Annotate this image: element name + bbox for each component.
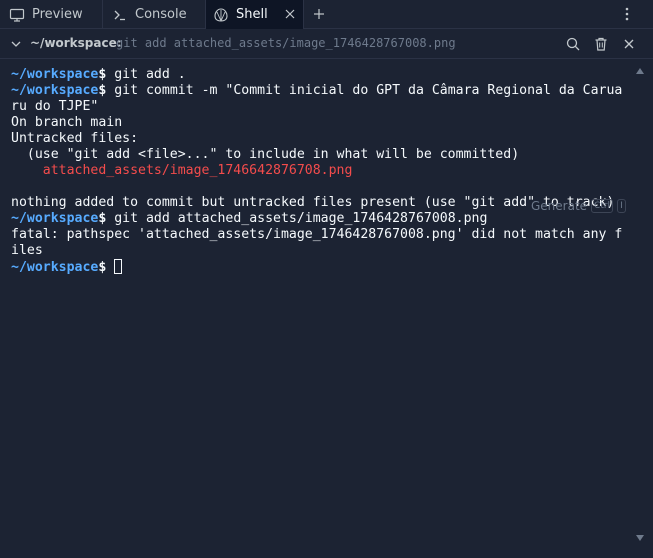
terminal-line: attached_assets/image_1746642876708.png [11,163,653,179]
shell-header: ~/workspace: git add attached_assets/ima… [0,29,653,59]
tab-label: Preview [32,7,83,22]
scroll-down-arrow-icon[interactable] [636,535,644,541]
tab-label: Console [135,7,187,22]
output-text: On branch main [11,115,123,130]
command-text [106,260,114,275]
shortcut-key: Ctrl [591,199,614,213]
generate-label: Generate [531,199,588,213]
search-icon[interactable] [565,36,581,52]
tab-console[interactable]: Console [103,0,206,29]
prompt-path: ~/workspace [11,211,99,226]
shortcut-key: I [617,199,626,213]
trash-icon[interactable] [593,36,609,52]
terminal-line: ~/workspace$ git commit -m "Commit inici… [11,83,653,99]
tab-label: Shell [236,7,268,22]
command-text: git add attached_assets/image_1746428767… [106,211,488,226]
prompt-path: ~/workspace [11,83,99,98]
output-text: fatal: pathspec 'attached_assets/image_1… [11,227,623,242]
terminal-line: ru do TJPE" [11,99,653,115]
terminal-line: On branch main [11,115,653,131]
tab-bar: Preview Console Shell [0,0,653,29]
terminal-line: iles [11,243,653,259]
plus-icon[interactable] [311,6,327,22]
terminal-line: ~/workspace$ git add attached_assets/ima… [11,211,653,227]
output-text: (use "git add <file>..." to include in w… [11,147,520,162]
scroll-up-arrow-icon[interactable] [636,68,644,74]
close-icon[interactable] [283,7,297,21]
tab-preview[interactable]: Preview [0,0,103,29]
generate-hint[interactable]: Generate Ctrl I [531,199,626,213]
untracked-file: attached_assets/image_1746642876708.png [11,163,353,178]
terminal-output[interactable]: ~/workspace$ git add . ~/workspace$ git c… [0,60,653,558]
output-text: iles [11,243,43,258]
close-icon[interactable] [621,36,637,52]
terminal-line: Untracked files: [11,131,653,147]
monitor-icon [9,8,25,22]
prompt-path: ~/workspace [11,260,99,275]
terminal-line: ~/workspace$ git add . [11,67,653,83]
output-text: ru do TJPE" [11,99,99,114]
shell-icon [214,7,228,22]
output-text: nothing added to commit but untracked fi… [11,195,615,210]
terminal-line: fatal: pathspec 'attached_assets/image_1… [11,227,653,243]
prompt-path: ~/workspace [11,67,99,82]
replit-shell-app: Preview Console Shell ~/workspace: git a… [0,0,653,558]
terminal-cursor [114,259,123,274]
tab-shell[interactable]: Shell [206,0,304,29]
command-text: git commit -m "Commit inicial do GPT da … [106,83,623,98]
terminal-line: ~/workspace$ [11,259,653,275]
chevron-down-icon[interactable] [10,38,22,50]
current-directory: ~/workspace: [30,36,122,50]
more-options-icon[interactable] [619,6,635,22]
command-text: git add . [106,67,186,82]
last-command: git add attached_assets/image_1746428767… [116,36,456,50]
output-text: Untracked files: [11,131,139,146]
terminal-line: (use "git add <file>..." to include in w… [11,147,653,163]
terminal-prompt-icon [114,10,125,20]
